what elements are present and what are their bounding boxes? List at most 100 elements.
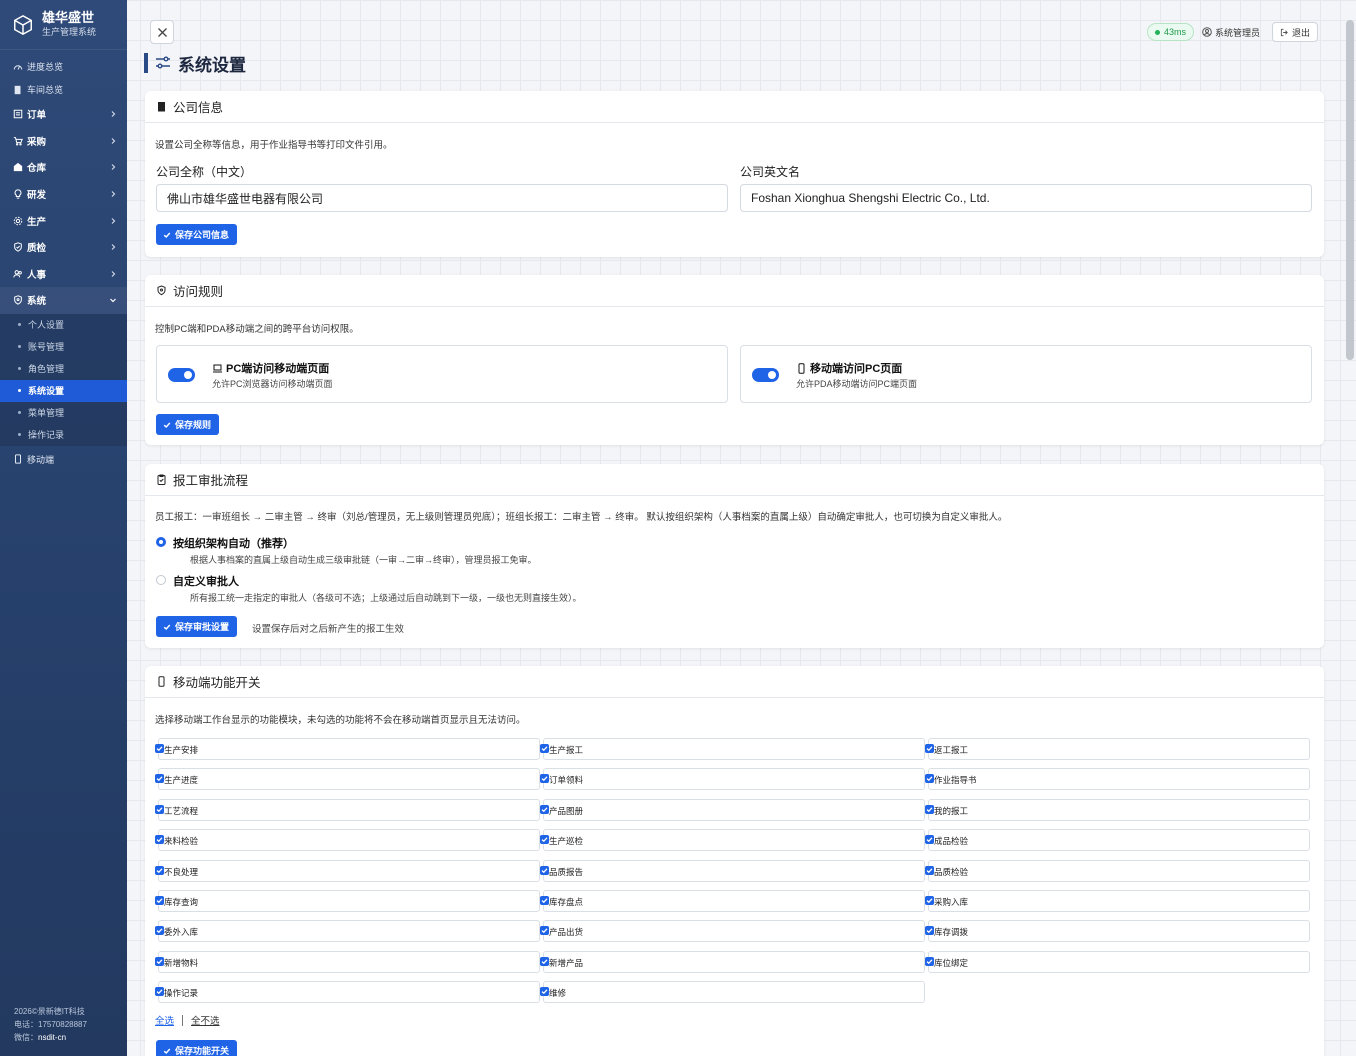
feature-checkbox[interactable] [540, 926, 549, 936]
close-button[interactable] [150, 20, 174, 44]
feature-item[interactable]: 成品检验 [925, 829, 1310, 852]
nav-item-workshop[interactable]: 车间总览 [0, 78, 127, 101]
feature-item[interactable]: 采购入库 [925, 890, 1310, 912]
feature-checkbox[interactable] [540, 835, 549, 845]
company-en-input[interactable]: Foshan Xionghua Shengshi Electric Co., L… [740, 184, 1312, 212]
wechat-id[interactable]: nsdit-cn [38, 1033, 66, 1042]
company-cn-input[interactable]: 佛山市雄华盛世电器有限公司 [156, 184, 728, 212]
feature-checkbox[interactable] [540, 956, 549, 966]
feature-item[interactable]: 来料检验 [155, 829, 540, 852]
feature-checkbox[interactable] [925, 896, 934, 905]
feature-item-box [928, 768, 1310, 791]
feature-checkbox[interactable] [155, 956, 164, 966]
nav-group-qc[interactable]: 质检 [0, 234, 127, 261]
feature-checkbox[interactable] [540, 804, 549, 814]
nav-group-purchase[interactable]: 采购 [0, 128, 127, 155]
approval-option-custom-title[interactable]: 自定义审批人 [173, 573, 239, 589]
feature-item[interactable]: 品质报告 [540, 859, 925, 882]
mobile-access-toggle[interactable] [752, 368, 779, 382]
nav-group-rd[interactable]: 研发 [0, 181, 127, 208]
nav-group-production[interactable]: 生产 [0, 207, 127, 234]
sidebar-item-personal[interactable]: 个人设置 [0, 314, 127, 336]
feature-checkbox[interactable] [540, 774, 549, 784]
feature-checkbox[interactable] [925, 835, 934, 845]
feature-item[interactable]: 新增产品 [540, 950, 925, 973]
nav-item-mobile[interactable]: 移动端 [0, 446, 127, 473]
save-approval-button[interactable]: 保存审批设置 [156, 616, 238, 637]
check-icon [926, 776, 933, 782]
save-features-button[interactable]: 保存功能开关 [156, 1040, 238, 1056]
feature-checkbox[interactable] [540, 865, 549, 875]
feature-item[interactable]: 新增物料 [155, 950, 540, 973]
feature-item[interactable]: 维修 [540, 981, 925, 1004]
company-en-label: 公司英文名 [740, 165, 801, 179]
feature-item[interactable]: 库存盘点 [540, 890, 925, 912]
approval-option-auto-radio[interactable] [156, 537, 166, 547]
feature-item[interactable]: 品质检验 [925, 859, 1310, 882]
approval-option-custom-radio[interactable] [156, 575, 166, 585]
feature-checkbox[interactable] [925, 956, 934, 966]
feature-item[interactable]: 产品图册 [540, 798, 925, 821]
bullet-icon [18, 389, 21, 393]
feature-item[interactable]: 生产报工 [540, 738, 925, 760]
nav-item-progress[interactable]: 进度总览 [0, 55, 127, 78]
feature-checkbox[interactable] [925, 804, 934, 814]
feature-item[interactable]: 委外入库 [155, 920, 540, 943]
sidebar-item-accounts[interactable]: 账号管理 [0, 336, 127, 358]
feature-item[interactable]: 作业指导书 [925, 768, 1310, 791]
select-all-link[interactable]: 全选 [155, 1013, 174, 1027]
feature-item[interactable]: 订单领料 [540, 768, 925, 791]
feature-item[interactable]: 产品出货 [540, 920, 925, 943]
feature-item[interactable]: 操作记录 [155, 981, 540, 1004]
brand[interactable]: 雄华盛世 生产管理系统 [0, 0, 127, 50]
feature-checkbox[interactable] [540, 744, 549, 753]
approval-option-auto-title[interactable]: 按组织架构自动（推荐） [173, 535, 294, 551]
check-icon [541, 959, 548, 964]
feature-checkbox[interactable] [155, 865, 164, 875]
check-icon [156, 746, 163, 752]
feature-item[interactable]: 生产安排 [155, 738, 540, 760]
save-rules-button[interactable]: 保存规则 [156, 414, 220, 435]
sidebar-item-menus[interactable]: 菜单管理 [0, 402, 127, 424]
feature-checkbox[interactable] [540, 987, 549, 997]
feature-item-box [928, 950, 1310, 973]
feature-checkbox[interactable] [155, 804, 164, 814]
feature-checkbox[interactable] [155, 926, 164, 936]
nav-group-order[interactable]: 订单 [0, 101, 127, 128]
feature-item[interactable]: 生产巡检 [540, 829, 925, 852]
feature-checkbox[interactable] [155, 744, 164, 753]
feature-checkbox[interactable] [925, 774, 934, 784]
nav-group-warehouse[interactable]: 仓库 [0, 154, 127, 181]
scrollbar[interactable] [1346, 20, 1354, 360]
wechat-label: 微信： [14, 1033, 38, 1042]
chevron-right-icon [111, 217, 116, 224]
nav-group-hr[interactable]: 人事 [0, 261, 127, 288]
sidebar-item-roles[interactable]: 角色管理 [0, 358, 127, 380]
feature-checkbox[interactable] [155, 987, 164, 997]
feature-checkbox[interactable] [925, 865, 934, 875]
pc-rule-desc: 允许PC浏览器访问移动端页面 [212, 379, 333, 389]
feature-item[interactable]: 库位绑定 [925, 950, 1310, 973]
feature-item[interactable]: 返工报工 [925, 738, 1310, 760]
feature-checkbox[interactable] [925, 926, 934, 936]
feature-item[interactable]: 生产进度 [155, 768, 540, 791]
feature-item[interactable]: 工艺流程 [155, 798, 540, 821]
sidebar-item-logs[interactable]: 操作记录 [0, 424, 127, 446]
feature-checkbox[interactable] [155, 835, 164, 845]
user-info[interactable]: 系统管理员 [1202, 26, 1260, 39]
select-none-link[interactable]: 全不选 [191, 1013, 220, 1027]
nav-group-system[interactable]: 系统 [0, 287, 127, 314]
pc-access-toggle[interactable] [168, 368, 195, 382]
feature-checkbox[interactable] [155, 774, 164, 784]
feature-checkbox[interactable] [540, 896, 549, 905]
save-company-button[interactable]: 保存公司信息 [156, 224, 238, 245]
feature-item[interactable]: 我的报工 [925, 798, 1310, 821]
feature-item[interactable]: 不良处理 [155, 859, 540, 882]
feature-checkbox[interactable] [155, 896, 164, 905]
feature-item[interactable]: 库存调拨 [925, 920, 1310, 943]
feature-item-box [543, 981, 925, 1004]
sidebar-item-settings[interactable]: 系统设置 [0, 379, 127, 402]
logout-button[interactable]: 退出 [1271, 22, 1318, 42]
feature-checkbox[interactable] [925, 744, 934, 753]
feature-item[interactable]: 库存查询 [155, 890, 540, 912]
